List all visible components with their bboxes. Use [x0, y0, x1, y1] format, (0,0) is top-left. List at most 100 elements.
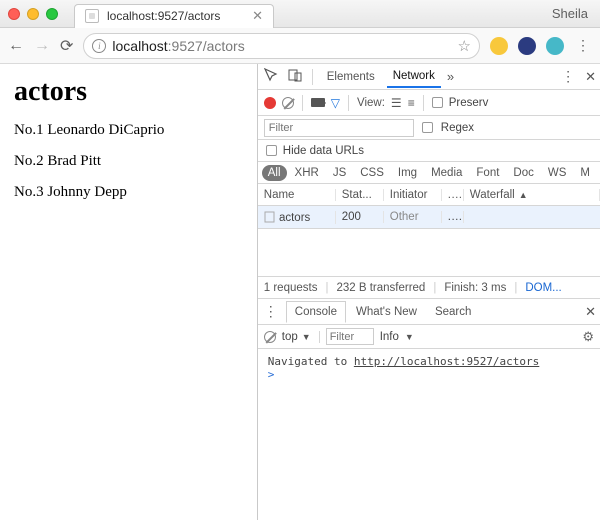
filter-ws[interactable]: WS	[542, 165, 573, 181]
col-name[interactable]: Name	[258, 189, 336, 201]
tab-title: localhost:9527/actors	[107, 9, 220, 23]
url-host: localhost	[112, 38, 167, 54]
hide-data-urls-checkbox[interactable]	[266, 145, 277, 156]
filter-css[interactable]: CSS	[354, 165, 390, 181]
filter-font[interactable]: Font	[470, 165, 505, 181]
close-drawer-icon[interactable]: ✕	[585, 304, 596, 320]
browser-tab[interactable]: localhost:9527/actors ✕	[74, 4, 274, 28]
list-item: No.2 Brad Pitt	[14, 153, 243, 170]
context-selector[interactable]: top ▼	[282, 331, 320, 343]
traffic-lights	[8, 8, 58, 20]
console-output: Navigated to http://localhost:9527/actor…	[258, 349, 600, 387]
devtools-menu-icon[interactable]: ⋮	[559, 68, 577, 85]
clear-icon[interactable]	[282, 97, 294, 109]
console-filter-input[interactable]	[326, 328, 374, 345]
drawer-tabs: ⋮ Console What's New Search ✕	[258, 299, 600, 325]
extension-icon[interactable]	[490, 37, 508, 55]
hide-data-urls-label: Hide data URLs	[283, 145, 364, 157]
filter-img[interactable]: Img	[392, 165, 423, 181]
back-button[interactable]: ←	[8, 37, 24, 55]
col-status[interactable]: Stat...	[336, 189, 384, 201]
chevron-down-icon: ▼	[302, 332, 311, 342]
url-rest: :9527/actors	[168, 38, 245, 54]
filter-toggle-icon[interactable]: ▽	[331, 96, 340, 110]
network-table-empty	[258, 229, 600, 277]
network-summary: 1 requests | 232 B transferred | Finish:…	[258, 277, 600, 299]
large-rows-icon[interactable]: ☰	[391, 96, 402, 110]
hide-data-urls-row: Hide data URLs	[258, 140, 600, 162]
page-title: actors	[14, 76, 243, 108]
filter-js[interactable]: JS	[327, 165, 352, 181]
filter-xhr[interactable]: XHR	[289, 165, 325, 181]
network-filter-input[interactable]	[264, 119, 414, 137]
clear-console-icon[interactable]	[264, 331, 276, 343]
list-item: No.1 Leonardo DiCaprio	[14, 122, 243, 139]
window-titlebar: localhost:9527/actors ✕ Sheila	[0, 0, 600, 28]
site-info-icon[interactable]: i	[92, 39, 106, 53]
filter-media[interactable]: Media	[425, 165, 468, 181]
url-text: localhost:9527/actors	[112, 38, 244, 54]
console-log-line: Navigated to http://localhost:9527/actor…	[268, 355, 590, 368]
log-level-selector[interactable]: Info	[380, 331, 399, 343]
row-more: ...	[442, 211, 464, 223]
forward-button: →	[34, 37, 50, 55]
tab-console[interactable]: Console	[286, 301, 346, 323]
content-split: actors No.1 Leonardo DiCaprio No.2 Brad …	[0, 64, 600, 520]
reload-button[interactable]: ⟳	[60, 36, 73, 56]
tab-elements[interactable]: Elements	[321, 67, 381, 87]
row-name: actors	[258, 211, 336, 224]
extension-icon[interactable]	[546, 37, 564, 55]
summary-requests: 1 requests	[264, 282, 318, 294]
tab-network[interactable]: Network	[387, 66, 441, 88]
network-toolbar: ▽ View: ☰ ≡ Preserv	[258, 90, 600, 116]
bookmark-icon[interactable]: ☆	[458, 37, 471, 55]
devtools-panel: Elements Network » ⋮ ✕ ▽ View: ☰ ≡ Prese…	[257, 64, 600, 520]
device-toolbar-icon[interactable]	[286, 66, 304, 87]
sort-indicator-icon: ▲	[519, 190, 528, 200]
drawer-menu-icon[interactable]: ⋮	[262, 303, 280, 320]
col-initiator[interactable]: Initiator	[384, 189, 442, 201]
console-settings-icon[interactable]: ⚙	[582, 329, 594, 345]
summary-dom: DOM...	[525, 282, 561, 294]
preserve-log-checkbox[interactable]	[432, 97, 443, 108]
network-row[interactable]: actors 200 Other ...	[258, 206, 600, 228]
chevron-down-icon: ▼	[405, 332, 414, 342]
inspect-element-icon[interactable]	[262, 66, 280, 87]
network-table-header: Name Stat... Initiator ... Waterfall▲	[258, 184, 600, 206]
profile-name[interactable]: Sheila	[552, 6, 592, 21]
more-tabs-icon[interactable]: »	[447, 69, 454, 84]
small-rows-icon[interactable]: ≡	[408, 96, 415, 110]
devtools-tabs: Elements Network » ⋮ ✕	[258, 64, 600, 90]
col-more[interactable]: ...	[442, 189, 464, 201]
console-toolbar: top ▼ Info ▼ ⚙	[258, 325, 600, 349]
filter-doc[interactable]: Doc	[507, 165, 539, 181]
favicon-icon	[85, 9, 99, 23]
filter-all[interactable]: All	[262, 165, 287, 181]
close-window-icon[interactable]	[8, 8, 20, 20]
document-icon	[264, 211, 276, 223]
row-initiator: Other	[384, 211, 442, 223]
network-type-filters: All XHR JS CSS Img Media Font Doc WS M	[258, 162, 600, 184]
network-table: Name Stat... Initiator ... Waterfall▲ ac…	[258, 184, 600, 229]
console-url-link[interactable]: http://localhost:9527/actors	[354, 355, 539, 368]
col-waterfall[interactable]: Waterfall▲	[464, 189, 600, 201]
close-tab-icon[interactable]: ✕	[252, 8, 263, 24]
close-devtools-icon[interactable]: ✕	[585, 69, 596, 85]
browser-menu-icon[interactable]: ⋮	[574, 37, 592, 54]
regex-label: Regex	[441, 122, 474, 134]
address-bar[interactable]: i localhost:9527/actors ☆	[83, 33, 480, 59]
filter-truncated[interactable]: M	[574, 165, 596, 181]
extension-icon[interactable]	[518, 37, 536, 55]
regex-checkbox[interactable]	[422, 122, 433, 133]
preserve-log-label: Preserv	[449, 97, 489, 109]
page-content: actors No.1 Leonardo DiCaprio No.2 Brad …	[0, 64, 257, 520]
browser-toolbar: ← → ⟳ i localhost:9527/actors ☆ ⋮	[0, 28, 600, 64]
list-item: No.3 Johnny Depp	[14, 184, 243, 201]
tab-whats-new[interactable]: What's New	[348, 302, 425, 322]
zoom-window-icon[interactable]	[46, 8, 58, 20]
console-prompt[interactable]: >	[268, 368, 590, 381]
minimize-window-icon[interactable]	[27, 8, 39, 20]
screenshot-icon[interactable]	[311, 98, 325, 107]
tab-search[interactable]: Search	[427, 302, 479, 322]
record-icon[interactable]	[264, 97, 276, 109]
